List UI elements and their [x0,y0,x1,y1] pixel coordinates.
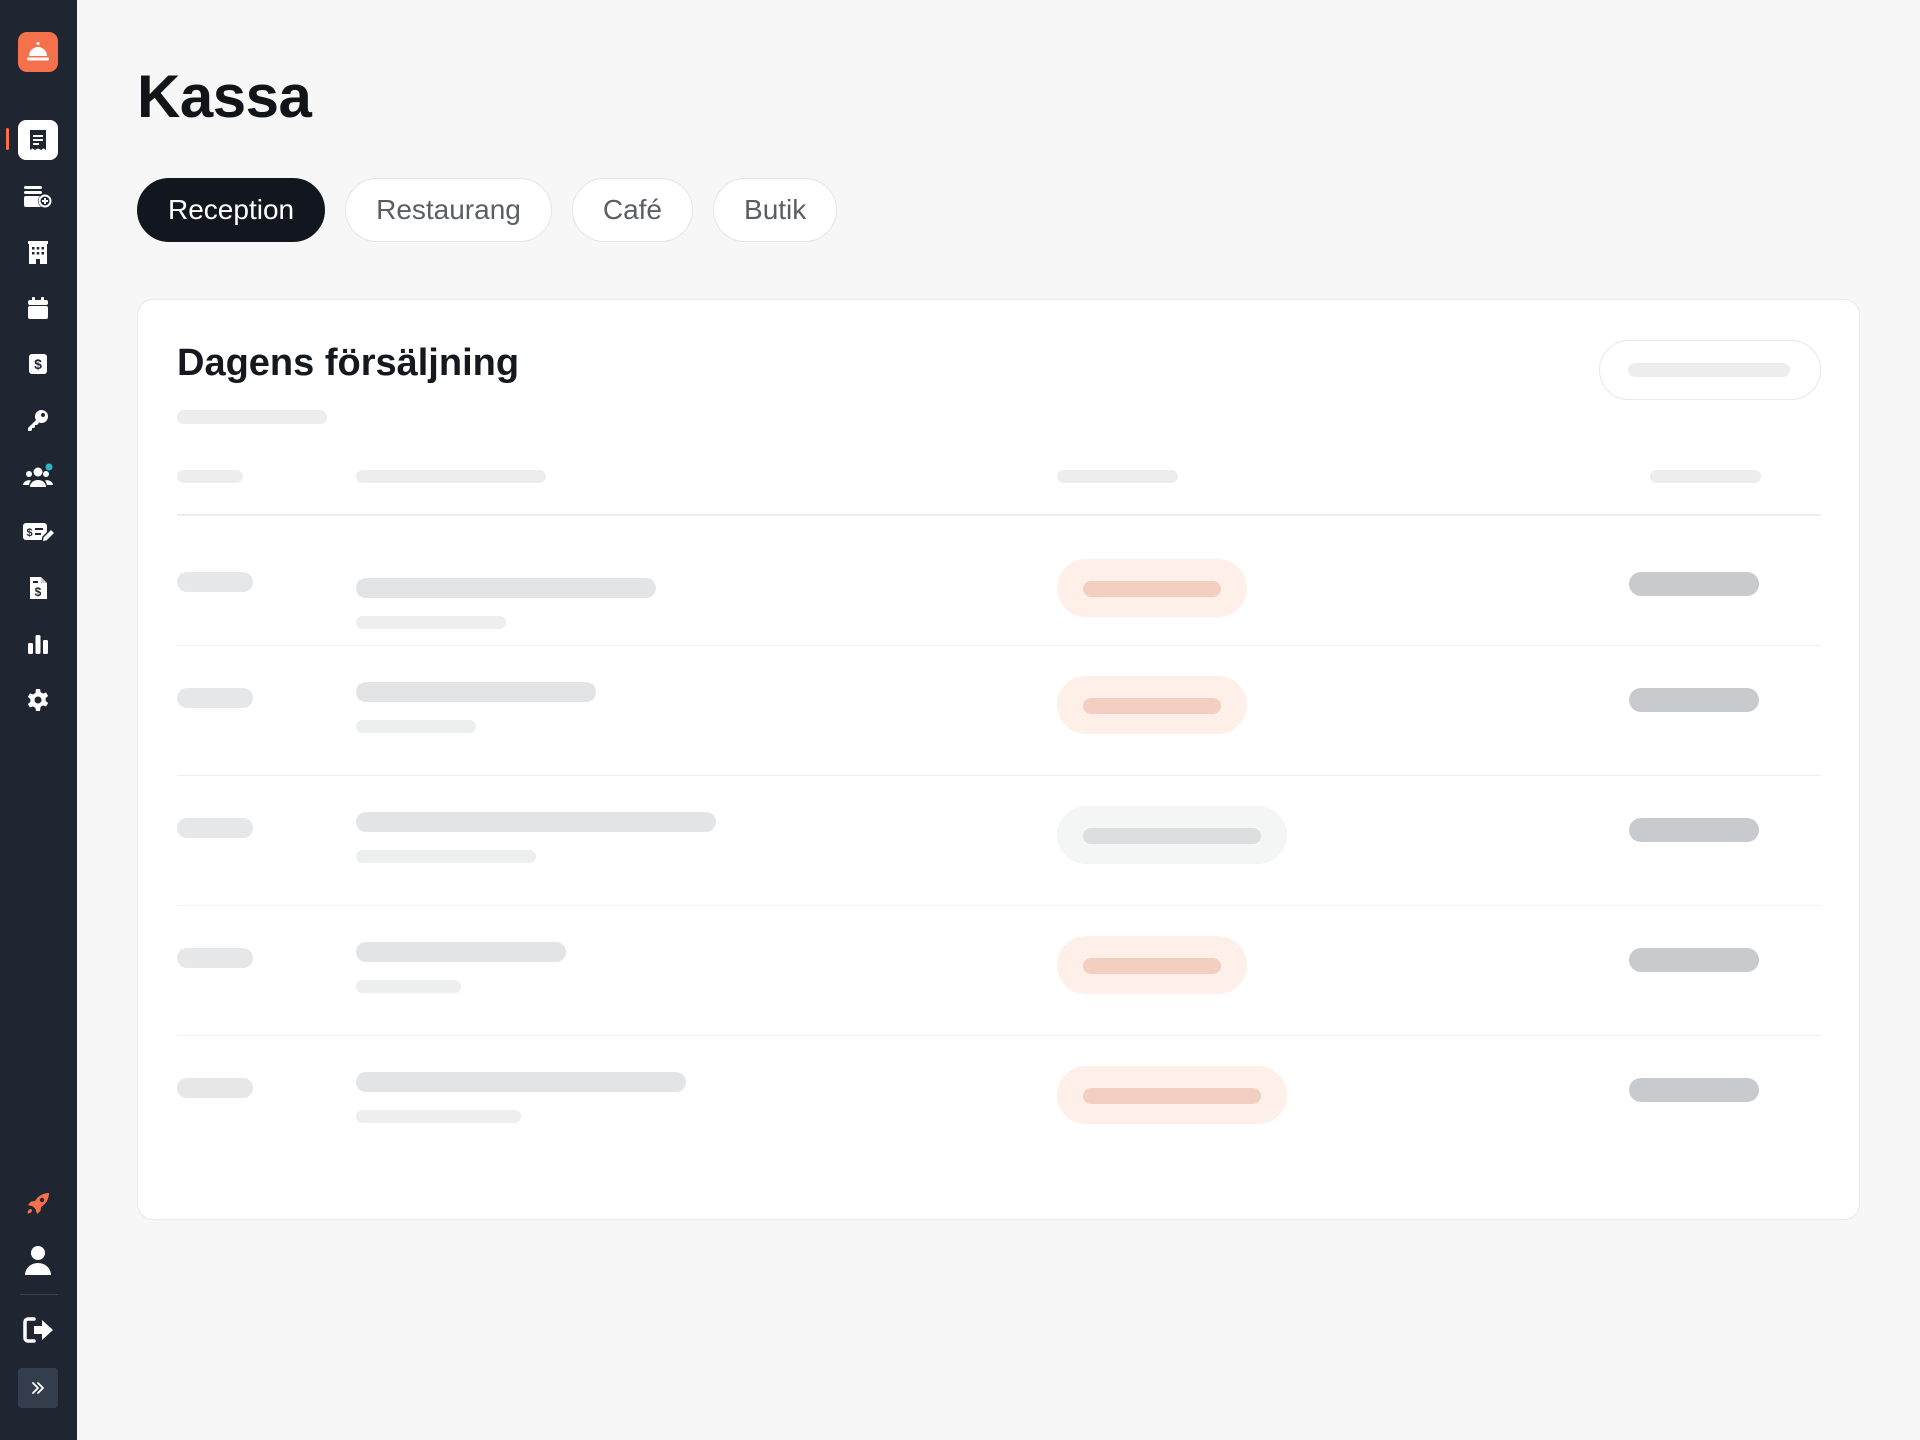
svg-text:$: $ [35,585,42,599]
key-icon[interactable] [18,400,58,440]
building-icon[interactable] [18,232,58,272]
row-name-skeleton [356,578,656,598]
card-title: Dagens försäljning [177,342,520,384]
status-badge-skeleton [1057,676,1247,734]
subtitle-skeleton [177,410,327,424]
sidebar: $ $ $ [0,0,77,1440]
column-header-skeleton [1057,470,1178,483]
row-id-skeleton [177,688,253,708]
row-name-skeleton [356,682,596,702]
row-id-skeleton [177,818,253,838]
row-amount-skeleton [1629,1078,1759,1102]
tab-reception[interactable]: Reception [137,178,326,242]
row-name-skeleton [356,1072,686,1092]
table-row[interactable] [177,776,1821,906]
row-name-skeleton [356,812,716,832]
row-sub-skeleton [356,850,536,863]
users-icon[interactable] [18,456,58,496]
tab-butik[interactable]: Butik [713,178,838,242]
status-badge-skeleton [1057,559,1247,617]
page-title: Kassa [137,63,312,130]
column-header-skeleton [356,470,546,483]
table-row[interactable] [177,906,1821,1036]
table-row[interactable] [177,1036,1821,1166]
column-header-skeleton [1650,470,1761,483]
status-badge-skeleton [1057,936,1247,994]
row-sub-skeleton [356,616,506,629]
invoice-icon[interactable]: $ [18,568,58,608]
bar-chart-icon[interactable] [18,624,58,664]
calendar-icon[interactable] [18,288,58,328]
row-sub-skeleton [356,720,476,733]
bell-icon[interactable] [18,32,58,72]
tab-bar: Reception Restaurang Café Butik [137,178,838,242]
active-indicator [6,128,9,150]
row-amount-skeleton [1629,818,1759,842]
row-id-skeleton [177,948,253,968]
row-id-skeleton [177,1078,253,1098]
dollar-bill-icon[interactable]: $ [18,344,58,384]
payment-edit-icon[interactable]: $ [18,512,58,552]
sidebar-divider [20,1294,58,1295]
tab-cafe[interactable]: Café [571,178,694,242]
filter-pill-skeleton[interactable] [1599,340,1821,400]
status-badge-skeleton [1057,806,1287,864]
row-amount-skeleton [1629,948,1759,972]
svg-text:$: $ [26,527,32,539]
rocket-icon[interactable] [18,1184,58,1224]
row-amount-skeleton [1629,572,1759,596]
user-icon[interactable] [18,1240,58,1280]
status-badge-skeleton [1057,1066,1287,1124]
filter-pill-text-skeleton [1628,363,1790,377]
row-amount-skeleton [1629,688,1759,712]
tab-restaurang[interactable]: Restaurang [345,178,552,242]
sales-card: Dagens försäljning [137,299,1860,1220]
table-row[interactable] [177,646,1821,776]
row-sub-skeleton [356,980,461,993]
receipt-icon[interactable] [18,120,58,160]
table-row[interactable] [177,516,1821,646]
expand-icon[interactable] [18,1368,58,1408]
coins-add-icon[interactable] [18,176,58,216]
row-name-skeleton [356,942,566,962]
row-sub-skeleton [356,1110,521,1123]
gear-icon[interactable] [18,680,58,720]
row-id-skeleton [177,572,253,592]
column-header-skeleton [177,470,243,483]
svg-text:$: $ [34,356,42,372]
logout-icon[interactable] [18,1310,58,1350]
